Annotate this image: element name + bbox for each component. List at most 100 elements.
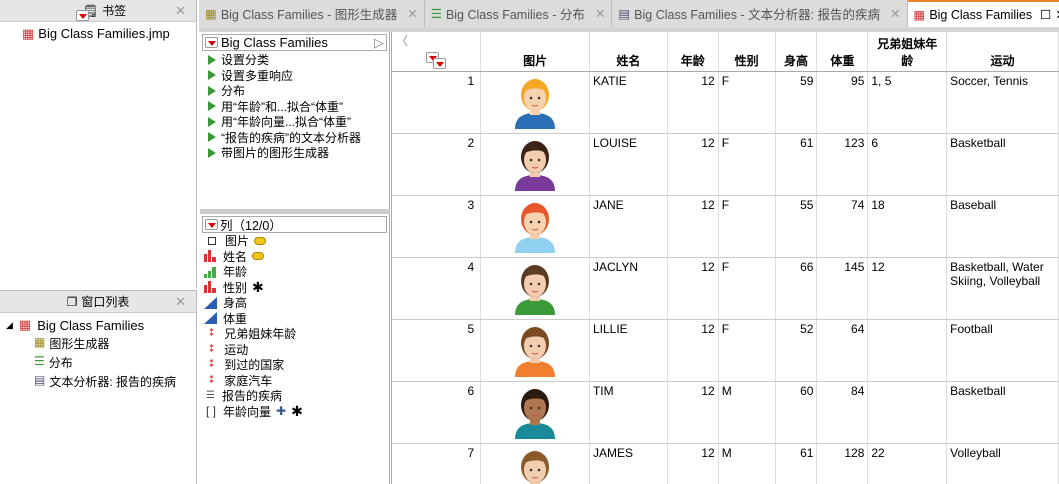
close-icon[interactable]: ✕	[175, 3, 186, 19]
bookmarks-menu-icon[interactable]	[75, 10, 89, 21]
script-item[interactable]: 用“年龄”和...拟合“体重”	[208, 99, 389, 115]
play-icon[interactable]	[208, 101, 216, 112]
window-item[interactable]: ▦ 图形生成器	[0, 333, 196, 352]
table-row[interactable]: 3 JANE 12 F 55 74 18 Baseball	[392, 195, 1059, 258]
sex-cell[interactable]: F	[718, 319, 776, 382]
weight-cell[interactable]: 95	[816, 71, 869, 134]
row-number[interactable]: 4	[392, 257, 482, 320]
sports-cell[interactable]: Basketball, Water Skiing, Volleyball	[946, 257, 1059, 320]
collapse-arrow-icon[interactable]: ▷	[374, 35, 384, 51]
weight-cell[interactable]: 84	[816, 381, 869, 444]
script-item[interactable]: “报告的疾病”的文本分析器	[208, 130, 389, 146]
close-icon[interactable]: ✕	[890, 6, 900, 21]
age-cell[interactable]: 12	[667, 381, 719, 444]
column-item[interactable]: 身高	[204, 295, 389, 311]
window-item[interactable]: ☰ 分布	[0, 352, 196, 371]
sports-cell[interactable]: Baseball	[946, 195, 1059, 258]
tab-text-explorer[interactable]: ▤ Big Class Families - 文本分析器: 报告的疾病 ✕	[612, 0, 908, 27]
window-item[interactable]: ▤ 文本分析器: 报告的疾病	[0, 371, 196, 390]
table-menu-icon[interactable]	[205, 37, 218, 48]
row-number[interactable]: 6	[392, 381, 482, 444]
column-item[interactable]: ⁑ 家庭汽车	[204, 373, 389, 389]
column-header[interactable]: 体重	[816, 32, 869, 72]
sibling-ages-cell[interactable]	[867, 381, 948, 444]
weight-cell[interactable]: 123	[816, 133, 869, 196]
sex-cell[interactable]: M	[718, 381, 776, 444]
sibling-ages-cell[interactable]: 22	[867, 443, 948, 484]
script-item[interactable]: 用“年龄向量...拟合“体重”	[208, 114, 389, 130]
window-root[interactable]: ◢ ▦ Big Class Families	[0, 313, 196, 333]
column-item[interactable]: ☰ 报告的疾病	[204, 388, 389, 404]
scroll-left-icon[interactable]: 〈	[396, 32, 408, 49]
tab-graph-builder[interactable]: ▦ Big Class Families - 图形生成器 ✕	[199, 0, 425, 27]
height-cell[interactable]: 60	[775, 381, 818, 444]
expand-icon[interactable]: ◢	[6, 320, 13, 331]
close-icon[interactable]: ✕	[595, 6, 605, 21]
script-item[interactable]: 分布	[208, 83, 389, 99]
column-item[interactable]: 图片	[204, 233, 389, 249]
sports-cell[interactable]: Soccer, Tennis	[946, 71, 1059, 134]
column-header[interactable]: 运动	[946, 32, 1059, 72]
sibling-ages-cell[interactable]	[867, 319, 948, 382]
name-cell[interactable]: JACLYN	[589, 257, 668, 320]
play-icon[interactable]	[208, 132, 216, 143]
table-panel-header[interactable]: Big Class Families ▷	[202, 34, 387, 51]
age-cell[interactable]: 12	[667, 257, 719, 320]
weight-cell[interactable]: 128	[816, 443, 869, 484]
age-cell[interactable]: 12	[667, 71, 719, 134]
sibling-ages-cell[interactable]: 12	[867, 257, 948, 320]
play-icon[interactable]	[208, 147, 216, 158]
sibling-ages-cell[interactable]: 1, 5	[867, 71, 948, 134]
height-cell[interactable]: 61	[775, 133, 818, 196]
row-number[interactable]: 3	[392, 195, 482, 258]
column-header[interactable]: 身高	[775, 32, 818, 72]
height-cell[interactable]: 55	[775, 195, 818, 258]
name-cell[interactable]: LOUISE	[589, 133, 668, 196]
row-number[interactable]: 1	[392, 71, 482, 134]
column-item[interactable]: 性别 ✱	[204, 279, 389, 296]
table-row[interactable]: 6 TIM 12 M 60 84 Basketball	[392, 381, 1059, 444]
weight-cell[interactable]: 74	[816, 195, 869, 258]
column-item[interactable]: ⁑ 运动	[204, 342, 389, 358]
sex-cell[interactable]: F	[718, 257, 776, 320]
weight-cell[interactable]: 64	[816, 319, 869, 382]
column-header[interactable]: 年龄	[667, 32, 719, 72]
name-cell[interactable]: KATIE	[589, 71, 668, 134]
column-item[interactable]: ⁑ 到过的国家	[204, 357, 389, 373]
sex-cell[interactable]: M	[718, 443, 776, 484]
sex-cell[interactable]: F	[718, 133, 776, 196]
sibling-ages-cell[interactable]: 6	[867, 133, 948, 196]
column-header[interactable]: 性别	[718, 32, 776, 72]
table-row[interactable]: 5 LILLIE 12 F 52 64 Football	[392, 319, 1059, 382]
sex-cell[interactable]: F	[718, 195, 776, 258]
height-cell[interactable]: 61	[775, 443, 818, 484]
play-icon[interactable]	[208, 70, 216, 81]
name-cell[interactable]: JANE	[589, 195, 668, 258]
close-icon[interactable]: ✕	[407, 6, 417, 21]
column-header[interactable]: 姓名	[589, 32, 668, 72]
age-cell[interactable]: 12	[667, 195, 719, 258]
play-icon[interactable]	[208, 54, 216, 65]
row-number[interactable]: 7	[392, 443, 482, 484]
columns-menu-icon[interactable]	[205, 219, 218, 230]
age-cell[interactable]: 12	[667, 319, 719, 382]
weight-cell[interactable]: 145	[816, 257, 869, 320]
height-cell[interactable]: 59	[775, 71, 818, 134]
sports-cell[interactable]: Basketball	[946, 381, 1059, 444]
table-row[interactable]: 1 KATIE 12 F 59 95 1, 5 Soccer, Tennis	[392, 71, 1059, 134]
table-row[interactable]: 2 LOUISE 12 F 61 123 6 Basketball	[392, 133, 1059, 196]
play-icon[interactable]	[208, 85, 216, 96]
column-item[interactable]: 姓名	[204, 249, 389, 265]
height-cell[interactable]: 66	[775, 257, 818, 320]
sex-cell[interactable]: F	[718, 71, 776, 134]
column-header[interactable]: 图片	[480, 32, 590, 72]
column-item[interactable]: ⁑ 兄弟姐妹年龄	[204, 326, 389, 342]
column-item[interactable]: [ ] 年龄向量 ✚ ✱	[204, 403, 389, 420]
column-header[interactable]: 兄弟姐妹年龄	[867, 32, 948, 72]
row-number[interactable]: 2	[392, 133, 482, 196]
name-cell[interactable]: JAMES	[589, 443, 668, 484]
column-item[interactable]: 体重	[204, 311, 389, 327]
age-cell[interactable]: 12	[667, 133, 719, 196]
sibling-ages-cell[interactable]: 18	[867, 195, 948, 258]
sports-cell[interactable]: Football	[946, 319, 1059, 382]
